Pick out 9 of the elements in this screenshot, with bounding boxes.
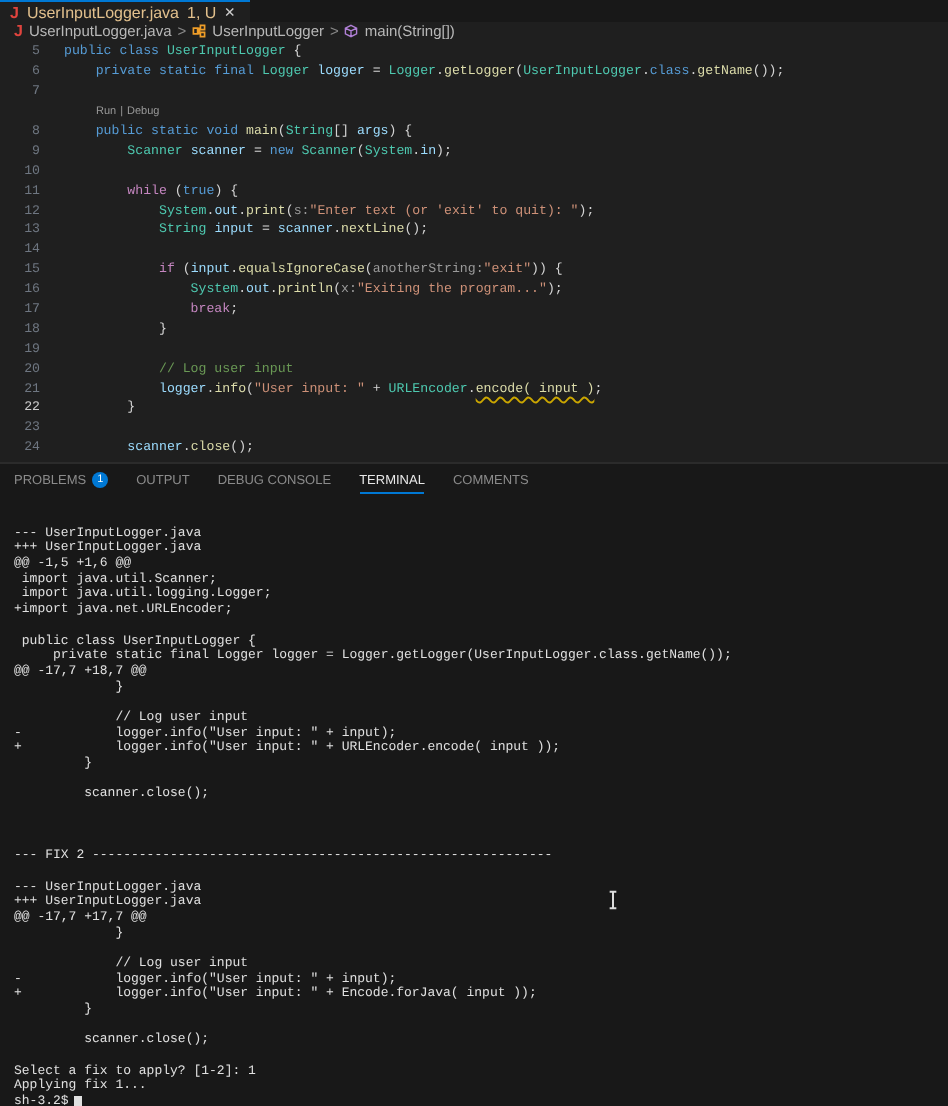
close-icon[interactable]: × [224, 2, 235, 22]
text-cursor-icon [608, 889, 618, 910]
cube-icon [344, 24, 359, 38]
java-file-icon: J [14, 22, 23, 40]
editor-tab[interactable]: J UserInputLogger.java 1, U × [0, 0, 251, 22]
tab-status: 1, U [187, 3, 217, 21]
java-file-icon: J [10, 3, 19, 21]
class-icon [192, 24, 207, 38]
tab-title: UserInputLogger.java [26, 3, 180, 21]
